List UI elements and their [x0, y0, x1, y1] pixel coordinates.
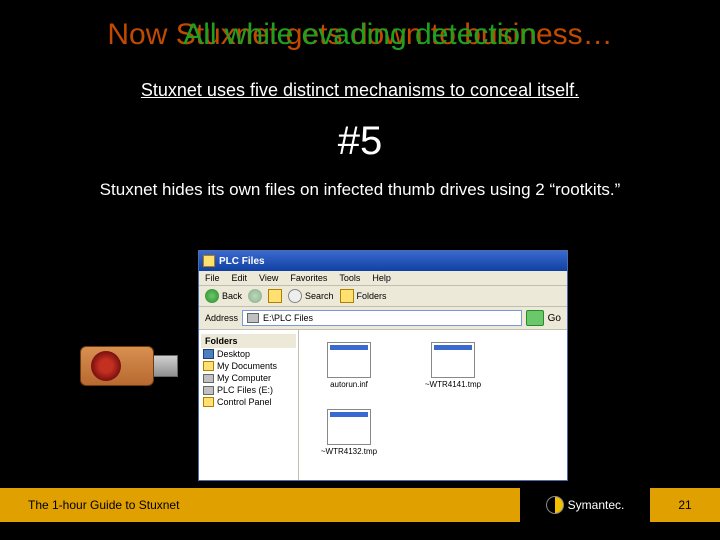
folders-label: Folders [357, 291, 387, 301]
file-name: autorun.inf [330, 380, 368, 389]
up-icon[interactable] [268, 289, 282, 303]
file-icon [431, 342, 475, 378]
go-button[interactable] [526, 310, 544, 326]
folders-button[interactable]: Folders [340, 289, 387, 303]
search-button[interactable]: Search [288, 289, 334, 303]
menu-item[interactable]: Edit [232, 273, 248, 283]
footer-brand: Symantec. [520, 488, 650, 522]
explorer-window: PLC Files File Edit View Favorites Tools… [198, 250, 568, 481]
forward-icon[interactable] [248, 289, 262, 303]
tree-item[interactable]: Desktop [201, 348, 296, 360]
search-label: Search [305, 291, 334, 301]
computer-icon [203, 374, 214, 383]
window-title: PLC Files [219, 256, 265, 267]
back-button[interactable]: Back [205, 289, 242, 303]
tree-item[interactable]: My Computer [201, 372, 296, 384]
address-value: E:\PLC Files [263, 313, 313, 323]
menu-item[interactable]: Favorites [290, 273, 327, 283]
file-item[interactable]: autorun.inf [309, 342, 389, 389]
menu-item[interactable]: Tools [339, 273, 360, 283]
brand-text: Symantec. [568, 498, 625, 512]
folders-icon [340, 289, 354, 303]
window-titlebar: PLC Files [199, 251, 567, 271]
page-number: 21 [650, 488, 720, 522]
illustration-group: PLC Files File Edit View Favorites Tools… [80, 250, 568, 481]
address-field[interactable]: E:\PLC Files [242, 310, 522, 326]
drive-icon [247, 313, 259, 323]
tree-item[interactable]: Control Panel [201, 396, 296, 408]
address-bar: Address E:\PLC Files Go [199, 307, 567, 330]
title-front: All while evading detection [0, 18, 720, 52]
menu-bar: File Edit View Favorites Tools Help [199, 271, 567, 286]
tree-header: Folders [201, 334, 296, 348]
footer-title: The 1-hour Guide to Stuxnet [0, 488, 520, 522]
file-item[interactable]: ~WTR4132.tmp [309, 409, 389, 456]
toolbar: Back Search Folders [199, 286, 567, 307]
file-name: ~WTR4141.tmp [425, 380, 481, 389]
slide-footer: The 1-hour Guide to Stuxnet Symantec. 21 [0, 488, 720, 522]
search-icon [288, 289, 302, 303]
file-icon [327, 342, 371, 378]
control-panel-icon [203, 397, 214, 407]
file-icon [327, 409, 371, 445]
drive-icon [203, 386, 214, 395]
go-label: Go [548, 313, 561, 324]
folder-icon [203, 361, 214, 371]
menu-item[interactable]: File [205, 273, 220, 283]
slide-title-stack: Now Stuxnet gets down to business… All w… [0, 0, 720, 70]
folder-tree: Folders Desktop My Documents My Computer… [199, 330, 299, 480]
menu-item[interactable]: View [259, 273, 278, 283]
subtitle: Stuxnet uses five distinct mechanisms to… [0, 80, 720, 101]
file-pane: autorun.inf ~WTR4141.tmp ~WTR4132.tmp [299, 330, 567, 480]
mechanism-number: #5 [0, 119, 720, 164]
folder-icon [203, 255, 215, 267]
symantec-icon [546, 496, 564, 514]
mechanism-description: Stuxnet hides its own files on infected … [0, 180, 720, 200]
back-icon [205, 289, 219, 303]
desktop-icon [203, 349, 214, 359]
file-item[interactable]: ~WTR4141.tmp [413, 342, 493, 389]
tree-item[interactable]: PLC Files (E:) [201, 384, 296, 396]
back-label: Back [222, 291, 242, 301]
menu-item[interactable]: Help [372, 273, 391, 283]
tree-item[interactable]: My Documents [201, 360, 296, 372]
usb-drive-icon [80, 343, 190, 389]
file-name: ~WTR4132.tmp [321, 447, 377, 456]
address-label: Address [205, 313, 238, 323]
